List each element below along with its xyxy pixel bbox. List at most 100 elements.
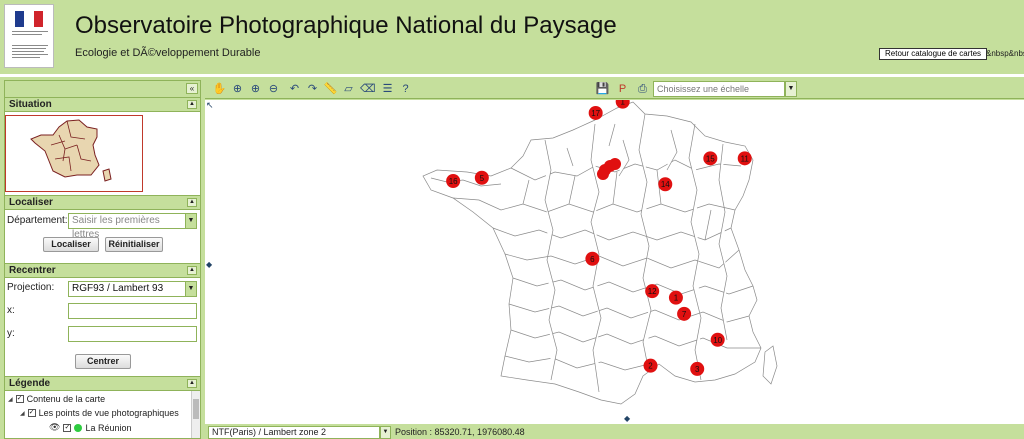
back-to-catalog-button[interactable]: Retour catalogue de cartes [879, 48, 988, 60]
marker-label: 10 [713, 336, 722, 345]
marker-label: 5 [480, 174, 485, 183]
green-dot-icon [74, 423, 83, 432]
measure-distance-icon[interactable]: 📏 [323, 82, 338, 97]
scale-dropdown-icon[interactable]: ▼ [785, 81, 797, 97]
expand-icon[interactable]: ◢ [8, 396, 13, 403]
localiser-toggle-icon[interactable]: ▲ [187, 198, 197, 207]
flag-icon [15, 11, 43, 27]
localiser-button[interactable]: Localiser [43, 237, 99, 252]
photo-point-marker[interactable]: 1 [668, 290, 683, 305]
photo-point-marker[interactable]: 10 [710, 332, 725, 347]
projection-select[interactable]: RGF93 / Lambert 93 [68, 281, 186, 297]
photo-point-marker[interactable]: 14 [658, 177, 673, 192]
zoom-in-icon[interactable]: ⊕ [248, 82, 263, 97]
y-input[interactable] [68, 326, 197, 342]
france-map[interactable]: 17116 515 111461217102 3 [205, 100, 1024, 424]
eye-icon[interactable]: 👁 [49, 422, 60, 433]
print-icon[interactable]: ⎙ [635, 82, 650, 97]
photo-point-marker[interactable]: 16 [446, 174, 461, 188]
pan-south-icon[interactable]: ◆ [624, 414, 630, 423]
photo-point-marker[interactable]: 17 [588, 105, 603, 120]
photo-point-marker[interactable]: 6 [585, 251, 600, 266]
situation-toggle-icon[interactable]: ▲ [187, 100, 197, 109]
photo-point-marker[interactable]: 5 [474, 170, 489, 185]
cursor-position: Position : 85320.71, 1976080.48 [395, 427, 525, 437]
marker-label: 11 [741, 154, 750, 163]
localiser-body: Département: Saisir les premières lettre… [5, 210, 200, 263]
situation-title: Situation [9, 99, 52, 110]
clear-measure-icon[interactable]: ⌫ [360, 82, 376, 97]
pdf-icon[interactable]: P [615, 82, 630, 97]
pan-icon[interactable]: ✋ [212, 82, 227, 97]
recentrer-body: Projection: RGF93 / Lambert 93 ▼ x: y: C… [5, 278, 200, 376]
tree-item-photo-points[interactable]: ◢ ✓ Les points de vue photographiques [20, 408, 179, 418]
save-icon[interactable]: 💾 [595, 82, 610, 97]
marker-label: 6 [590, 255, 595, 264]
left-panel: « Situation ▲ Localiser ▲ Département: S… [4, 80, 201, 439]
photo-point-marker[interactable]: 15 [703, 151, 718, 166]
localiser-title: Localiser [9, 197, 53, 208]
legende-title: Légende [9, 378, 51, 389]
checkbox-icon[interactable]: ✓ [27, 409, 36, 417]
projection-label: Projection: [7, 282, 55, 293]
display-projection-select[interactable]: NTF(Paris) / Lambert zone 2 [208, 426, 380, 439]
next-view-icon[interactable]: ↷ [305, 82, 320, 97]
photo-point-marker[interactable]: 11 [737, 151, 752, 166]
situation-header[interactable]: Situation ▲ [5, 97, 200, 112]
tree-item-reunion[interactable]: 👁 ✓ La Réunion [49, 422, 131, 433]
x-label: x: [7, 305, 15, 316]
zoom-extent-icon[interactable]: ⊕ [230, 82, 245, 97]
display-projection-dropdown-icon[interactable]: ▼ [380, 426, 391, 439]
collapse-panel-button[interactable]: « [186, 83, 198, 94]
y-label: y: [7, 328, 15, 339]
checkbox-icon[interactable]: ✓ [15, 395, 24, 403]
legende-toggle-icon[interactable]: ▲ [187, 379, 197, 388]
page-subtitle: Ecologie et DÃ©veloppement Durable [75, 47, 261, 59]
legend-scrollbar[interactable] [191, 391, 200, 438]
photo-point-marker[interactable]: 3 [690, 361, 705, 376]
photo-point-marker[interactable]: 7 [677, 306, 692, 321]
status-bar: NTF(Paris) / Lambert zone 2 ▼ Position :… [205, 425, 1024, 439]
pan-north-west-icon[interactable]: ↖ [206, 100, 214, 111]
tree-item-map-content[interactable]: ◢ ✓ Contenu de la carte [8, 394, 105, 404]
legende-header[interactable]: Légende ▲ [5, 376, 200, 391]
checkbox-icon[interactable]: ✓ [63, 423, 72, 432]
query-icon[interactable]: ? [398, 82, 413, 97]
marker-label: 12 [648, 287, 657, 296]
zoom-out-icon[interactable]: ⊖ [266, 82, 281, 97]
center-button[interactable]: Centrer [75, 354, 131, 369]
recentrer-header[interactable]: Recentrer ▲ [5, 263, 200, 278]
reset-button[interactable]: Réinitialiser [105, 237, 163, 252]
expand-icon[interactable]: ◢ [20, 410, 25, 417]
marker-label: 1 [620, 100, 625, 107]
overview-map[interactable] [5, 115, 143, 192]
recentrer-title: Recentrer [9, 265, 56, 276]
marker-label: 7 [682, 310, 687, 319]
marker-label: 17 [591, 109, 600, 118]
situation-body [5, 112, 200, 195]
projection-dropdown-icon[interactable]: ▼ [185, 281, 197, 297]
photo-point-marker[interactable]: 2 [643, 358, 658, 373]
marker-label: 15 [706, 154, 715, 163]
marker-label: 3 [695, 365, 700, 374]
measure-area-icon[interactable]: ▱ [341, 82, 356, 97]
previous-view-icon[interactable]: ↶ [287, 82, 302, 97]
marker-label: 1 [674, 294, 679, 303]
photo-point-marker[interactable]: 12 [645, 284, 660, 299]
localiser-header[interactable]: Localiser ▲ [5, 195, 200, 210]
marker-label: 2 [648, 362, 653, 371]
recentrer-toggle-icon[interactable]: ▲ [187, 266, 197, 275]
departement-input[interactable]: Saisir les premières lettres [68, 213, 186, 240]
map-view[interactable]: 17 1 16 5 15 11 14 6 12 1 7 10 2 3 ◆ ↖ ◆ [205, 100, 1024, 424]
departement-dropdown-icon[interactable]: ▼ [185, 213, 197, 229]
back-trail-text: &nbsp&nbs [986, 49, 1024, 58]
page-header: Observatoire Photographique National du … [0, 0, 1024, 74]
map-toolbar: ✋⊕⊕⊖↶↷📏▱⌫☰?💾P⎙⇪▣ Choisissez une échelle … [205, 80, 1024, 99]
panel-collapse-bar: « [5, 81, 200, 97]
legend-list-icon[interactable]: ☰ [380, 82, 395, 97]
logo [4, 4, 54, 68]
page-title: Observatoire Photographique National du … [75, 12, 617, 39]
x-input[interactable] [68, 303, 197, 319]
scale-select[interactable]: Choisissez une échelle [653, 81, 785, 97]
pan-west-icon[interactable]: ◆ [206, 260, 212, 269]
